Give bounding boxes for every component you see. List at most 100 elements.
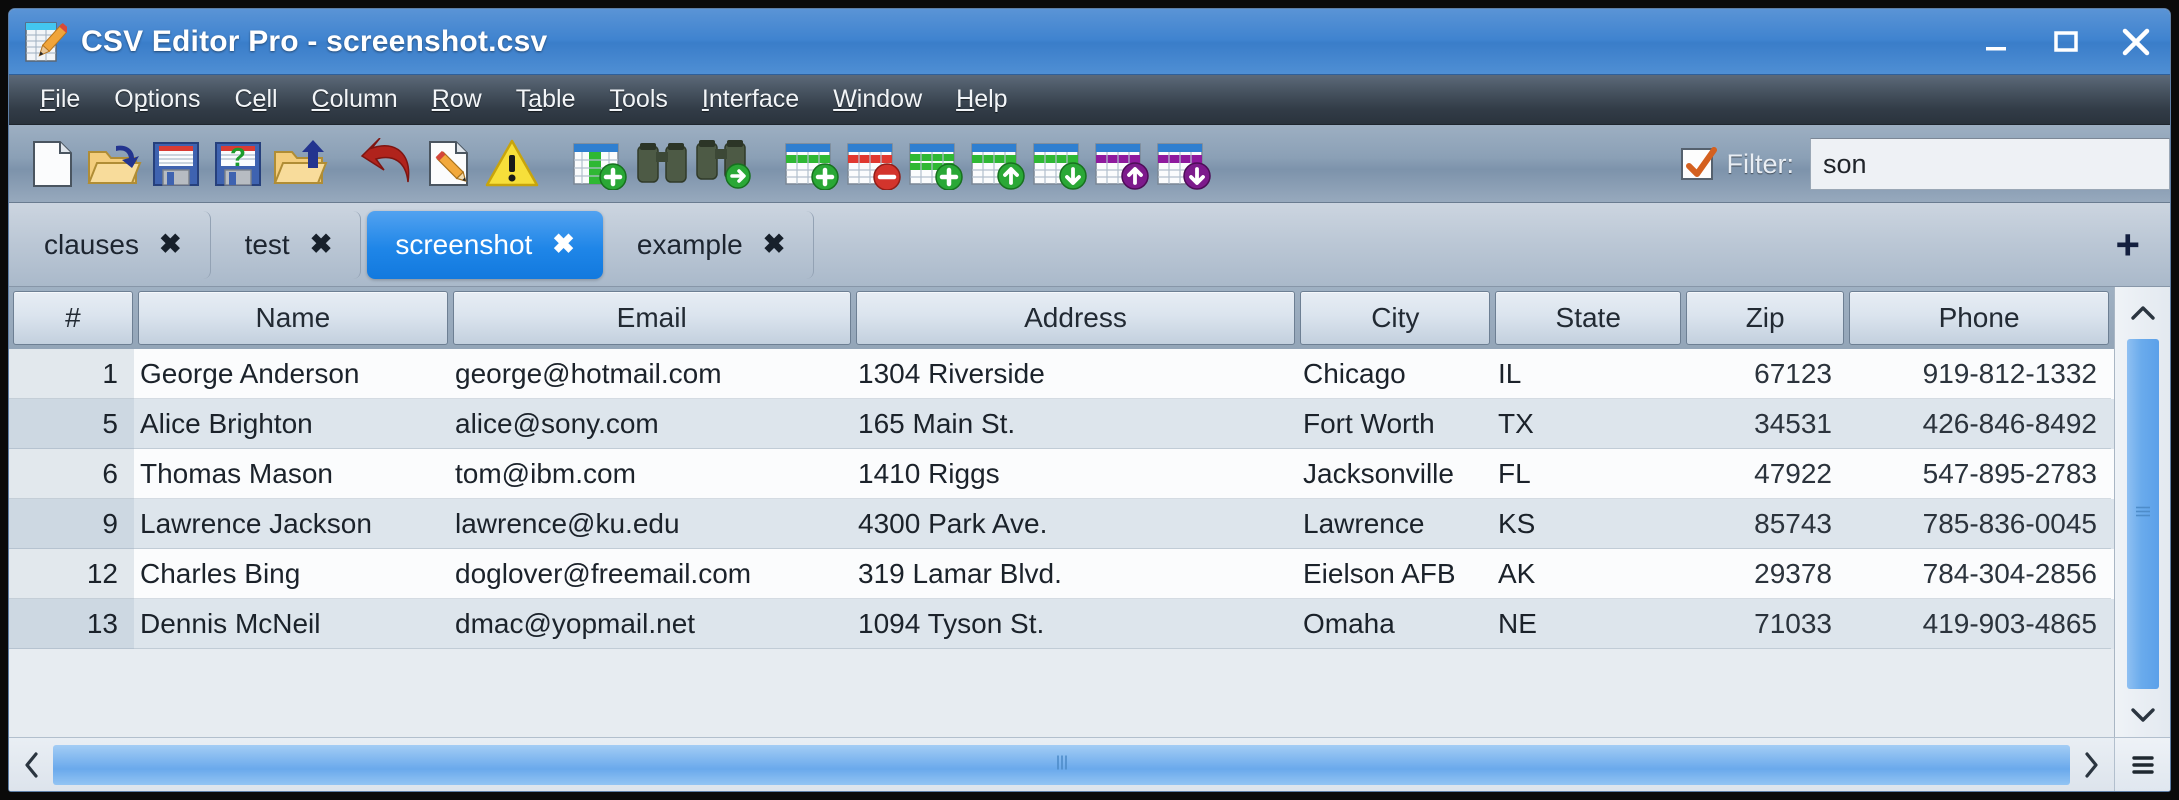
- menu-item-row[interactable]: Row: [415, 81, 499, 118]
- menu-item-options[interactable]: Options: [97, 81, 217, 118]
- close-icon[interactable]: ✖: [159, 231, 182, 258]
- column-header-city[interactable]: City: [1300, 291, 1491, 345]
- add-column-icon[interactable]: [569, 133, 631, 195]
- cell--[interactable]: 1: [9, 349, 134, 399]
- cell-address[interactable]: 165 Main St.: [852, 399, 1297, 449]
- cell-zip[interactable]: 34531: [1683, 399, 1846, 449]
- menu-item-tools[interactable]: Tools: [593, 81, 685, 118]
- close-icon[interactable]: [2116, 22, 2156, 62]
- cell-phone[interactable]: 785-836-0045: [1846, 499, 2111, 549]
- cell--[interactable]: 9: [9, 499, 134, 549]
- insert-row-icon[interactable]: [781, 133, 843, 195]
- horizontal-scroll-thumb[interactable]: [53, 744, 2070, 785]
- table-row[interactable]: 13 Dennis McNeil dmac@yopmail.net 1094 Tyso…: [9, 599, 2114, 649]
- column-header-zip[interactable]: Zip: [1686, 291, 1845, 345]
- cell-address[interactable]: 1304 Riverside: [852, 349, 1297, 399]
- close-icon[interactable]: ✖: [763, 231, 786, 258]
- cell-city[interactable]: Omaha: [1297, 599, 1492, 649]
- undo-icon[interactable]: [357, 133, 419, 195]
- cell-email[interactable]: doglover@freemail.com: [449, 549, 852, 599]
- move-column-down-icon[interactable]: [1153, 133, 1215, 195]
- new-file-icon[interactable]: [21, 133, 83, 195]
- cell-address[interactable]: 1410 Riggs: [852, 449, 1297, 499]
- cell--[interactable]: 5: [9, 399, 134, 449]
- column-header-name[interactable]: Name: [137, 291, 448, 345]
- cell--[interactable]: 13: [9, 599, 134, 649]
- table-row[interactable]: 9 Lawrence Jackson lawrence@ku.edu 4300 Par…: [9, 499, 2114, 549]
- cell-name[interactable]: George Anderson: [134, 349, 449, 399]
- cell-zip[interactable]: 67123: [1683, 349, 1846, 399]
- table-row[interactable]: 1 George Anderson george@hotmail.com 1304 R…: [9, 349, 2114, 399]
- cell-city[interactable]: Jacksonville: [1297, 449, 1492, 499]
- cell--[interactable]: 6: [9, 449, 134, 499]
- find-icon[interactable]: [631, 133, 693, 195]
- warning-icon[interactable]: [481, 133, 543, 195]
- chevron-up-icon[interactable]: [2118, 291, 2168, 335]
- cell-email[interactable]: dmac@yopmail.net: [449, 599, 852, 649]
- chevron-right-icon[interactable]: [2070, 750, 2112, 780]
- chevron-left-icon[interactable]: [11, 750, 53, 780]
- minimize-icon[interactable]: [1976, 22, 2016, 62]
- edit-cell-icon[interactable]: [419, 133, 481, 195]
- move-column-up-icon[interactable]: [1091, 133, 1153, 195]
- vertical-scrollbar[interactable]: [2114, 287, 2170, 737]
- cell-name[interactable]: Dennis McNeil: [134, 599, 449, 649]
- cell-state[interactable]: IL: [1492, 349, 1683, 399]
- cell-address[interactable]: 1094 Tyson St.: [852, 599, 1297, 649]
- add-tab-button[interactable]: +: [2115, 223, 2140, 266]
- cell-email[interactable]: tom@ibm.com: [449, 449, 852, 499]
- cell-city[interactable]: Lawrence: [1297, 499, 1492, 549]
- menu-item-file[interactable]: File: [23, 81, 97, 118]
- cell-phone[interactable]: 426-846-8492: [1846, 399, 2111, 449]
- hamburger-menu-icon[interactable]: [2114, 738, 2170, 791]
- menu-item-column[interactable]: Column: [295, 81, 415, 118]
- tab-test[interactable]: test ✖: [217, 210, 362, 279]
- cell-zip[interactable]: 71033: [1683, 599, 1846, 649]
- close-icon[interactable]: ✖: [310, 231, 333, 258]
- cell-state[interactable]: TX: [1492, 399, 1683, 449]
- open-file-icon[interactable]: [83, 133, 145, 195]
- delete-row-icon[interactable]: [843, 133, 905, 195]
- cell-zip[interactable]: 85743: [1683, 499, 1846, 549]
- column-header-address[interactable]: Address: [855, 291, 1296, 345]
- find-next-icon[interactable]: [693, 133, 755, 195]
- cell-phone[interactable]: 547-895-2783: [1846, 449, 2111, 499]
- tab-example[interactable]: example ✖: [609, 210, 815, 279]
- cell-address[interactable]: 4300 Park Ave.: [852, 499, 1297, 549]
- column-header-state[interactable]: State: [1495, 291, 1682, 345]
- cell-email[interactable]: alice@sony.com: [449, 399, 852, 449]
- cell-zip[interactable]: 47922: [1683, 449, 1846, 499]
- column-header-[interactable]: #: [13, 291, 133, 345]
- close-icon[interactable]: ✖: [552, 231, 575, 258]
- move-row-down-icon[interactable]: [1029, 133, 1091, 195]
- horizontal-scrollbar[interactable]: [9, 738, 2114, 791]
- tab-clauses[interactable]: clauses ✖: [16, 210, 211, 279]
- cell-email[interactable]: lawrence@ku.edu: [449, 499, 852, 549]
- menu-item-help[interactable]: Help: [939, 81, 1024, 118]
- cell-state[interactable]: FL: [1492, 449, 1683, 499]
- column-header-email[interactable]: Email: [452, 291, 851, 345]
- filter-checkbox[interactable]: [1680, 147, 1717, 180]
- export-file-icon[interactable]: [269, 133, 331, 195]
- menu-item-table[interactable]: Table: [499, 81, 593, 118]
- cell-zip[interactable]: 29378: [1683, 549, 1846, 599]
- cell-email[interactable]: george@hotmail.com: [449, 349, 852, 399]
- cell--[interactable]: 12: [9, 549, 134, 599]
- table-row[interactable]: 5 Alice Brighton alice@sony.com 165 Main St…: [9, 399, 2114, 449]
- cell-city[interactable]: Fort Worth: [1297, 399, 1492, 449]
- cell-phone[interactable]: 919-812-1332: [1846, 349, 2111, 399]
- maximize-icon[interactable]: [2046, 22, 2086, 62]
- filter-input[interactable]: [1810, 138, 2170, 190]
- duplicate-row-icon[interactable]: [905, 133, 967, 195]
- column-header-phone[interactable]: Phone: [1849, 291, 2109, 345]
- cell-city[interactable]: Eielson AFB: [1297, 549, 1492, 599]
- vertical-scroll-thumb[interactable]: [2126, 339, 2159, 689]
- tab-screenshot[interactable]: screenshot ✖: [367, 210, 603, 279]
- cell-address[interactable]: 319 Lamar Blvd.: [852, 549, 1297, 599]
- cell-state[interactable]: KS: [1492, 499, 1683, 549]
- cell-name[interactable]: Alice Brighton: [134, 399, 449, 449]
- cell-name[interactable]: Charles Bing: [134, 549, 449, 599]
- table-row[interactable]: 12 Charles Bing doglover@freemail.com 319 L…: [9, 549, 2114, 599]
- menu-item-interface[interactable]: Interface: [685, 81, 816, 118]
- move-row-up-icon[interactable]: [967, 133, 1029, 195]
